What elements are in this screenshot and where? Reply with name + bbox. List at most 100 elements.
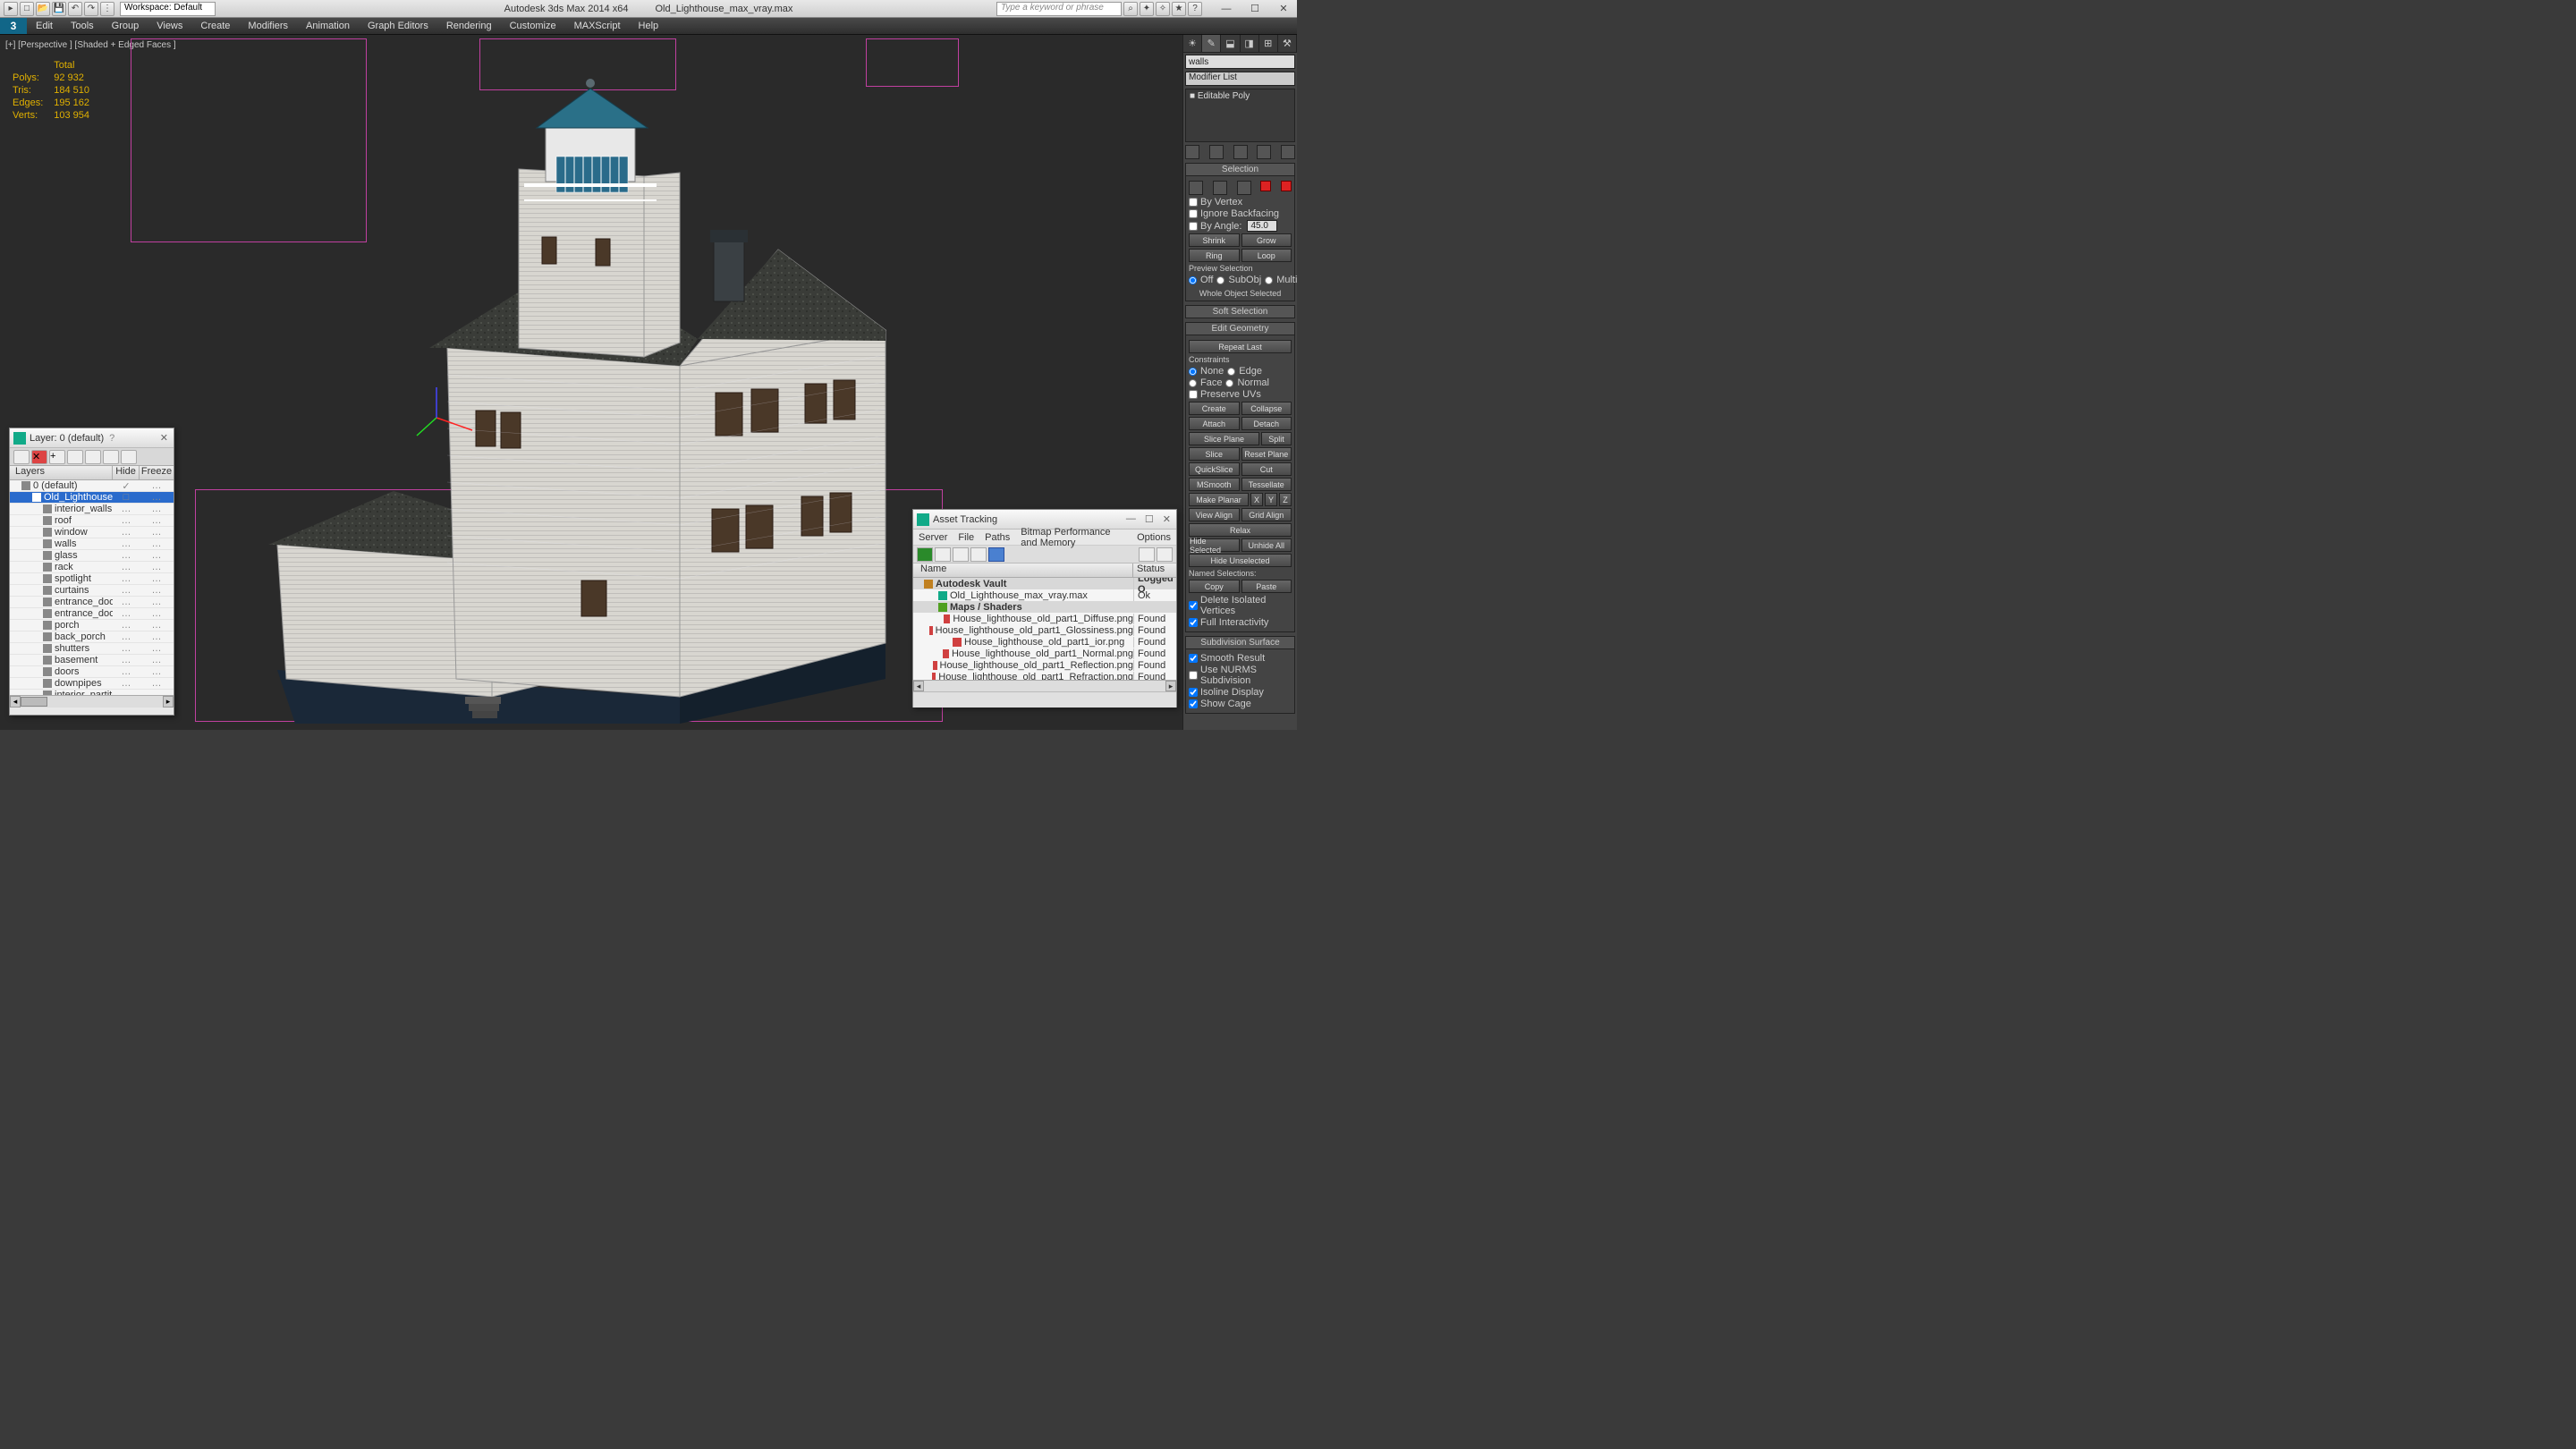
grid-align-button[interactable]: Grid Align bbox=[1241, 508, 1292, 521]
isoline-checkbox[interactable] bbox=[1189, 688, 1198, 697]
by-angle-checkbox[interactable] bbox=[1189, 222, 1198, 231]
nurms-checkbox[interactable] bbox=[1189, 671, 1198, 680]
element-subobj-icon[interactable] bbox=[1281, 181, 1292, 191]
full-interactivity-checkbox[interactable] bbox=[1189, 618, 1198, 627]
layer-row[interactable]: porch…… bbox=[10, 620, 174, 631]
asset-row[interactable]: House_lighthouse_old_part1_Reflection.pn… bbox=[913, 659, 1176, 671]
add-to-layer-icon[interactable]: + bbox=[49, 450, 65, 464]
delete-isolated-checkbox[interactable] bbox=[1189, 601, 1198, 610]
cmd-tab-3[interactable]: ◨ bbox=[1241, 35, 1259, 52]
layer-col-name[interactable]: Layers bbox=[10, 466, 113, 479]
comm-icon[interactable]: ✧ bbox=[1156, 2, 1170, 16]
hide-selected-button[interactable]: Hide Selected bbox=[1189, 538, 1240, 552]
asset-list[interactable]: Autodesk VaultLogged OOld_Lighthouse_max… bbox=[913, 578, 1176, 680]
constraint-none-radio[interactable] bbox=[1189, 368, 1197, 376]
menu-animation[interactable]: Animation bbox=[297, 18, 359, 34]
layer-row[interactable]: curtains…… bbox=[10, 585, 174, 597]
layer-row[interactable]: downpipes…… bbox=[10, 678, 174, 690]
constraint-edge-radio[interactable] bbox=[1227, 368, 1235, 376]
asset-row[interactable]: Autodesk VaultLogged O bbox=[913, 578, 1176, 589]
polygon-subobj-icon[interactable] bbox=[1260, 181, 1271, 191]
slice-button[interactable]: Slice bbox=[1189, 447, 1240, 461]
layer-row[interactable]: entrance_door_1…… bbox=[10, 608, 174, 620]
menu-rendering[interactable]: Rendering bbox=[437, 18, 501, 34]
rollout-edit-geometry[interactable]: Edit Geometry bbox=[1185, 322, 1295, 335]
ring-button[interactable]: Ring bbox=[1189, 249, 1240, 262]
refresh-icon[interactable] bbox=[917, 547, 933, 562]
asset-menu-item[interactable]: Server bbox=[919, 532, 947, 543]
collapse-button[interactable]: Collapse bbox=[1241, 402, 1292, 415]
cmd-tab-1[interactable]: ✎ bbox=[1202, 35, 1221, 52]
preview-subobj-radio[interactable] bbox=[1216, 276, 1224, 284]
menu-modifiers[interactable]: Modifiers bbox=[239, 18, 297, 34]
table-icon[interactable] bbox=[970, 547, 987, 562]
help-icon[interactable]: ? bbox=[1188, 2, 1202, 16]
star-icon[interactable]: ★ bbox=[1172, 2, 1186, 16]
workspace-selector[interactable]: Workspace: Default bbox=[120, 2, 216, 16]
layer-row[interactable]: interior_walls…… bbox=[10, 504, 174, 515]
asset-row[interactable]: Maps / Shaders bbox=[913, 601, 1176, 613]
status-icon[interactable] bbox=[1139, 547, 1155, 562]
asset-row[interactable]: House_lighthouse_old_part1_Refraction.pn… bbox=[913, 671, 1176, 680]
paste-sel-button[interactable]: Paste bbox=[1241, 580, 1292, 593]
layer-row[interactable]: Old_Lighthouse□… bbox=[10, 492, 174, 504]
vertex-subobj-icon[interactable] bbox=[1189, 181, 1203, 195]
cut-button[interactable]: Cut bbox=[1241, 462, 1292, 476]
menu-edit[interactable]: Edit bbox=[27, 18, 62, 34]
layer-row[interactable]: window…… bbox=[10, 527, 174, 538]
unique-icon[interactable] bbox=[1233, 145, 1248, 159]
asset-menu-item[interactable]: Paths bbox=[985, 532, 1010, 543]
detach-button[interactable]: Detach bbox=[1241, 417, 1292, 430]
shrink-button[interactable]: Shrink bbox=[1189, 233, 1240, 247]
constraint-normal-radio[interactable] bbox=[1225, 379, 1233, 387]
layer-close-icon[interactable]: ✕ bbox=[155, 432, 174, 444]
layer-row[interactable]: back_porch…… bbox=[10, 631, 174, 643]
asset-col-name[interactable]: Name bbox=[913, 564, 1133, 577]
menu-group[interactable]: Group bbox=[103, 18, 148, 34]
max-icon[interactable]: 3 bbox=[0, 18, 27, 34]
preview-multi-radio[interactable] bbox=[1265, 276, 1273, 284]
cmd-tab-5[interactable]: ⚒ bbox=[1278, 35, 1297, 52]
object-name-input[interactable] bbox=[1185, 55, 1295, 69]
pin-stack-icon[interactable] bbox=[1185, 145, 1199, 159]
tessellate-button[interactable]: Tessellate bbox=[1241, 478, 1292, 491]
cmd-tab-2[interactable]: ⬓ bbox=[1221, 35, 1240, 52]
cmd-tab-0[interactable]: ☀ bbox=[1183, 35, 1202, 52]
slice-plane-button[interactable]: Slice Plane bbox=[1189, 432, 1259, 445]
make-planar-button[interactable]: Make Planar bbox=[1189, 493, 1249, 506]
attach-button[interactable]: Attach bbox=[1189, 417, 1240, 430]
close-button[interactable]: ✕ bbox=[1274, 3, 1293, 15]
loop-button[interactable]: Loop bbox=[1241, 249, 1292, 262]
layer-row[interactable]: entrance_door_2…… bbox=[10, 597, 174, 608]
menu-create[interactable]: Create bbox=[191, 18, 239, 34]
ignore-backfacing-checkbox[interactable] bbox=[1189, 209, 1198, 218]
save-button[interactable]: 💾 bbox=[52, 2, 66, 16]
hide-unselected-button[interactable]: Hide Unselected bbox=[1189, 554, 1292, 567]
constraint-face-radio[interactable] bbox=[1189, 379, 1197, 387]
freeze-layer-icon[interactable] bbox=[121, 450, 137, 464]
maximize-button[interactable]: ☐ bbox=[1245, 3, 1265, 15]
remove-mod-icon[interactable] bbox=[1257, 145, 1271, 159]
msmooth-button[interactable]: MSmooth bbox=[1189, 478, 1240, 491]
relax-button[interactable]: Relax bbox=[1189, 523, 1292, 537]
asset-menu-item[interactable]: Options bbox=[1137, 532, 1171, 543]
cmd-tab-4[interactable]: ⊞ bbox=[1259, 35, 1278, 52]
unhide-all-button[interactable]: Unhide All bbox=[1241, 538, 1292, 552]
preview-off-radio[interactable] bbox=[1189, 276, 1197, 284]
planar-y-button[interactable]: Y bbox=[1265, 493, 1277, 506]
smooth-result-checkbox[interactable] bbox=[1189, 654, 1198, 663]
asset-col-status[interactable]: Status bbox=[1133, 564, 1176, 577]
layer-row[interactable]: rack…… bbox=[10, 562, 174, 573]
menu-customize[interactable]: Customize bbox=[501, 18, 565, 34]
by-vertex-checkbox[interactable] bbox=[1189, 198, 1198, 207]
edge-subobj-icon[interactable] bbox=[1213, 181, 1227, 195]
layer-row[interactable]: glass…… bbox=[10, 550, 174, 562]
split-button[interactable]: Split bbox=[1261, 432, 1292, 445]
layer-help-icon[interactable]: ? bbox=[104, 433, 120, 444]
reset-plane-button[interactable]: Reset Plane bbox=[1241, 447, 1292, 461]
prefs-icon[interactable] bbox=[1157, 547, 1173, 562]
redo-button[interactable]: ↷ bbox=[84, 2, 98, 16]
create-button[interactable]: Create bbox=[1189, 402, 1240, 415]
asset-row[interactable]: House_lighthouse_old_part1_Normal.pngFou… bbox=[913, 648, 1176, 659]
select-layer-icon[interactable] bbox=[67, 450, 83, 464]
